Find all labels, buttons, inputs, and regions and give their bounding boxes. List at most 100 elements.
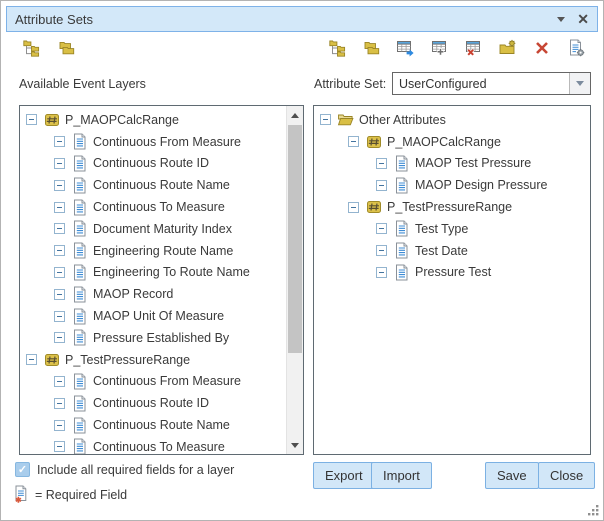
tree-item-label: MAOP Test Pressure	[415, 156, 531, 170]
minus-icon	[57, 272, 62, 273]
collapse-toggle[interactable]	[26, 354, 37, 365]
collapse-toggle[interactable]	[26, 114, 37, 125]
minus-icon	[379, 250, 384, 251]
minus-icon	[379, 163, 384, 164]
expand-attribute-tree-icon	[329, 39, 347, 57]
window-title: Attribute Sets	[15, 12, 93, 27]
toolbar-left-group	[21, 37, 78, 59]
add-table-button[interactable]	[429, 37, 451, 59]
collapse-toggle[interactable]	[54, 376, 65, 387]
attribute-set-properties-button[interactable]	[565, 37, 587, 59]
scroll-down-button[interactable]	[287, 437, 303, 453]
tree-item[interactable]: Engineering Route Name	[20, 240, 286, 262]
scroll-up-button[interactable]	[287, 107, 303, 123]
collapse-toggle[interactable]	[54, 398, 65, 409]
collapse-toggle[interactable]	[54, 441, 65, 452]
collapse-toggle[interactable]	[54, 202, 65, 213]
tree-item[interactable]: Continuous From Measure	[20, 131, 286, 153]
tree-item-label: P_MAOPCalcRange	[65, 113, 179, 127]
tree-item[interactable]: Pressure Test	[314, 262, 590, 284]
collapse-toggle[interactable]	[376, 223, 387, 234]
tree-item[interactable]: Continuous To Measure	[20, 436, 286, 454]
tree-item[interactable]: Continuous From Measure	[20, 371, 286, 393]
collapse-attribute-folders-button[interactable]	[361, 37, 383, 59]
dropdown-button[interactable]	[569, 73, 590, 94]
close-button[interactable]: Close	[538, 462, 595, 489]
expand-attribute-tree-button[interactable]	[327, 37, 349, 59]
required-field-label: = Required Field	[35, 488, 127, 502]
scrollbar-thumb[interactable]	[288, 125, 302, 353]
collapse-toggle[interactable]	[376, 267, 387, 278]
expand-layer-tree-icon	[23, 39, 41, 57]
tree-item[interactable]: Test Date	[314, 240, 590, 262]
collapse-toggle[interactable]	[54, 136, 65, 147]
collapse-toggle[interactable]	[54, 245, 65, 256]
remove-table-button[interactable]	[463, 37, 485, 59]
toolbar	[1, 37, 603, 63]
close-icon[interactable]: ✕	[577, 12, 589, 26]
tree-item[interactable]: Continuous Route ID	[20, 392, 286, 414]
tree-item[interactable]: Continuous Route Name	[20, 414, 286, 436]
minus-icon	[379, 185, 384, 186]
include-required-fields-row: ✓ Include all required fields for a laye…	[15, 462, 234, 477]
expand-layer-tree-button[interactable]	[21, 37, 43, 59]
tree-item[interactable]: Continuous Route Name	[20, 174, 286, 196]
new-attribute-set-button[interactable]	[497, 37, 519, 59]
new-attribute-set-icon	[498, 39, 518, 57]
tree-item[interactable]: Document Maturity Index	[20, 218, 286, 240]
tree-item[interactable]: MAOP Record	[20, 283, 286, 305]
collapse-toggle[interactable]	[54, 180, 65, 191]
tree-item[interactable]: Other Attributes	[314, 109, 590, 131]
attribute-set-dropdown[interactable]: UserConfigured	[392, 72, 591, 95]
collapse-caret-icon[interactable]	[557, 17, 565, 22]
attribute-set-panel: Other AttributesP_MAOPCalcRange MAOP Test…	[313, 105, 591, 455]
collapse-toggle[interactable]	[54, 267, 65, 278]
collapse-toggle[interactable]	[54, 289, 65, 300]
tree-item-label: Test Date	[415, 244, 468, 258]
resize-grip[interactable]	[587, 504, 600, 517]
collapse-toggle[interactable]	[54, 311, 65, 322]
tree-item[interactable]: Continuous Route ID	[20, 153, 286, 175]
save-button[interactable]: Save	[485, 462, 539, 489]
tree-item-label: Continuous From Measure	[93, 374, 241, 388]
minus-icon	[57, 163, 62, 164]
tree-item[interactable]: P_TestPressureRange	[20, 349, 286, 371]
toolbar-right-group	[327, 37, 587, 59]
collapse-toggle[interactable]	[376, 158, 387, 169]
export-button[interactable]: Export	[313, 462, 375, 489]
titlebar[interactable]: Attribute Sets ✕	[6, 6, 598, 32]
collapse-toggle[interactable]	[348, 202, 359, 213]
collapse-toggle[interactable]	[54, 158, 65, 169]
collapse-toggle[interactable]	[376, 180, 387, 191]
tree-item[interactable]: MAOP Unit Of Measure	[20, 305, 286, 327]
delete-attribute-set-button[interactable]	[531, 37, 553, 59]
event-layer-icon	[43, 351, 60, 368]
collapse-toggle[interactable]	[348, 136, 359, 147]
tree-item-label: MAOP Record	[93, 287, 173, 301]
minus-icon	[57, 337, 62, 338]
collapse-layer-folders-button[interactable]	[56, 37, 78, 59]
collapse-toggle[interactable]	[54, 420, 65, 431]
tree-item[interactable]: Pressure Established By	[20, 327, 286, 349]
tree-item[interactable]: Engineering To Route Name	[20, 262, 286, 284]
tree-item[interactable]: MAOP Test Pressure	[314, 153, 590, 175]
include-required-fields-checkbox[interactable]: ✓	[15, 462, 30, 477]
export-table-button[interactable]	[395, 37, 417, 59]
tree-item[interactable]: P_MAOPCalcRange	[314, 131, 590, 153]
tree-item[interactable]: P_MAOPCalcRange	[20, 109, 286, 131]
minus-icon	[323, 119, 328, 120]
collapse-toggle[interactable]	[320, 114, 331, 125]
tree-item-label: MAOP Design Pressure	[415, 178, 547, 192]
minus-icon	[379, 272, 384, 273]
vertical-scrollbar[interactable]	[286, 106, 303, 454]
tree-item[interactable]: Continuous To Measure	[20, 196, 286, 218]
minus-icon	[29, 119, 34, 120]
import-button[interactable]: Import	[371, 462, 432, 489]
tree-item[interactable]: Test Type	[314, 218, 590, 240]
tree-item[interactable]: MAOP Design Pressure	[314, 174, 590, 196]
collapse-toggle[interactable]	[54, 332, 65, 343]
tree-item[interactable]: P_TestPressureRange	[314, 196, 590, 218]
collapse-toggle[interactable]	[376, 245, 387, 256]
collapse-toggle[interactable]	[54, 223, 65, 234]
required-field-legend: = Required Field	[13, 485, 127, 504]
